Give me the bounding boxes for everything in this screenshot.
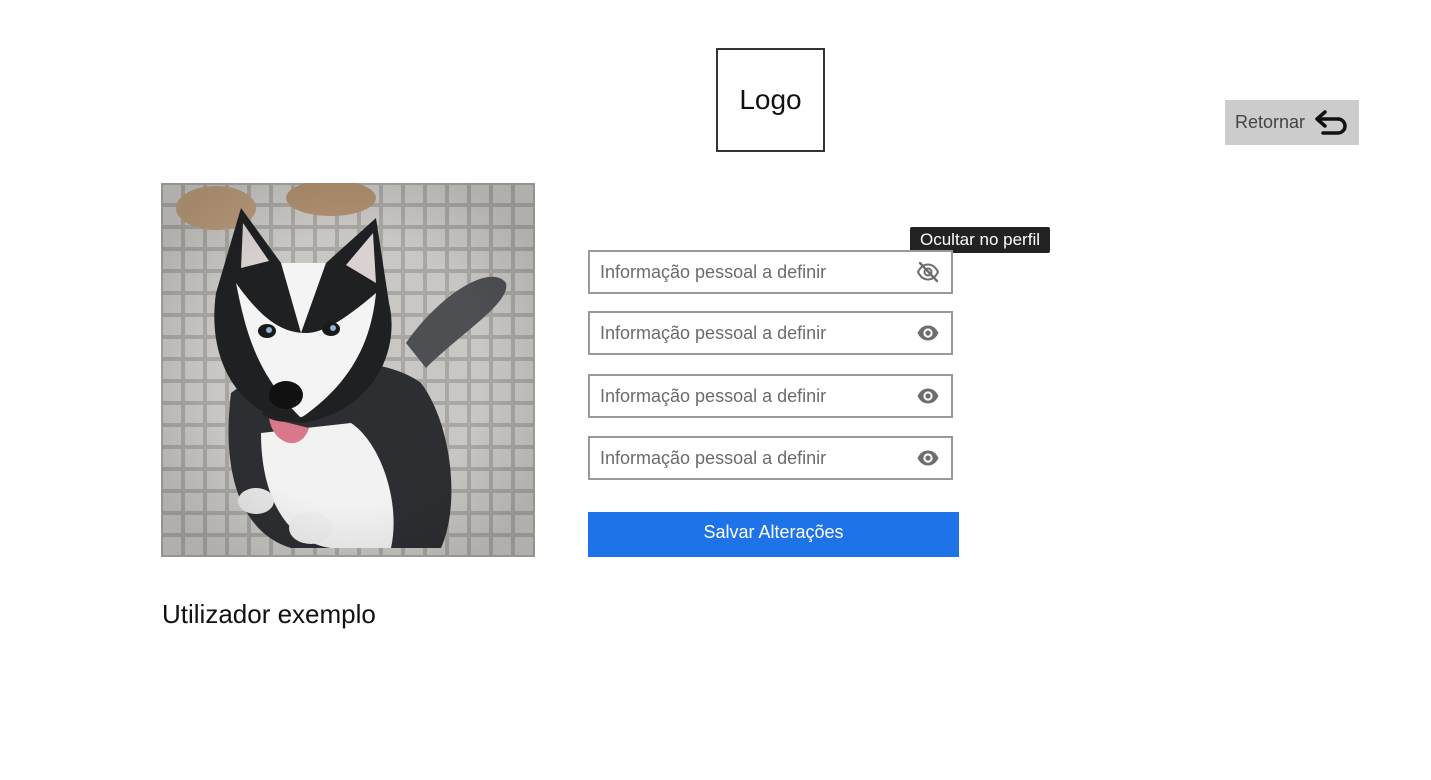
return-button-label: Retornar <box>1235 112 1306 132</box>
personal-info-input-3[interactable] <box>590 376 915 416</box>
personal-info-input-2[interactable] <box>590 313 915 353</box>
personal-info-field-3[interactable] <box>588 374 953 418</box>
logo-text: Logo <box>739 84 802 115</box>
save-changes-button[interactable]: Salvar Alterações <box>588 512 959 557</box>
username: Utilizador exemplo <box>162 599 376 629</box>
save-changes-label: Salvar Alterações <box>703 522 844 542</box>
personal-info-input-1[interactable] <box>590 252 915 292</box>
logo: Logo <box>716 48 825 152</box>
personal-info-field-2[interactable] <box>588 311 953 355</box>
personal-info-field-1[interactable] <box>588 250 953 294</box>
personal-info-input-4[interactable] <box>590 438 915 478</box>
eye-off-icon[interactable] <box>915 259 941 285</box>
avatar[interactable] <box>161 183 535 557</box>
return-button[interactable]: Retornar <box>1225 100 1359 145</box>
undo-arrow-icon <box>1313 108 1349 138</box>
personal-info-field-4[interactable] <box>588 436 953 480</box>
profile-page: Logo Retornar Utilizador exemplo Ocultar… <box>0 0 1431 780</box>
eye-icon[interactable] <box>915 445 941 471</box>
dog-photo <box>161 183 535 557</box>
eye-icon[interactable] <box>915 320 941 346</box>
eye-icon[interactable] <box>915 383 941 409</box>
